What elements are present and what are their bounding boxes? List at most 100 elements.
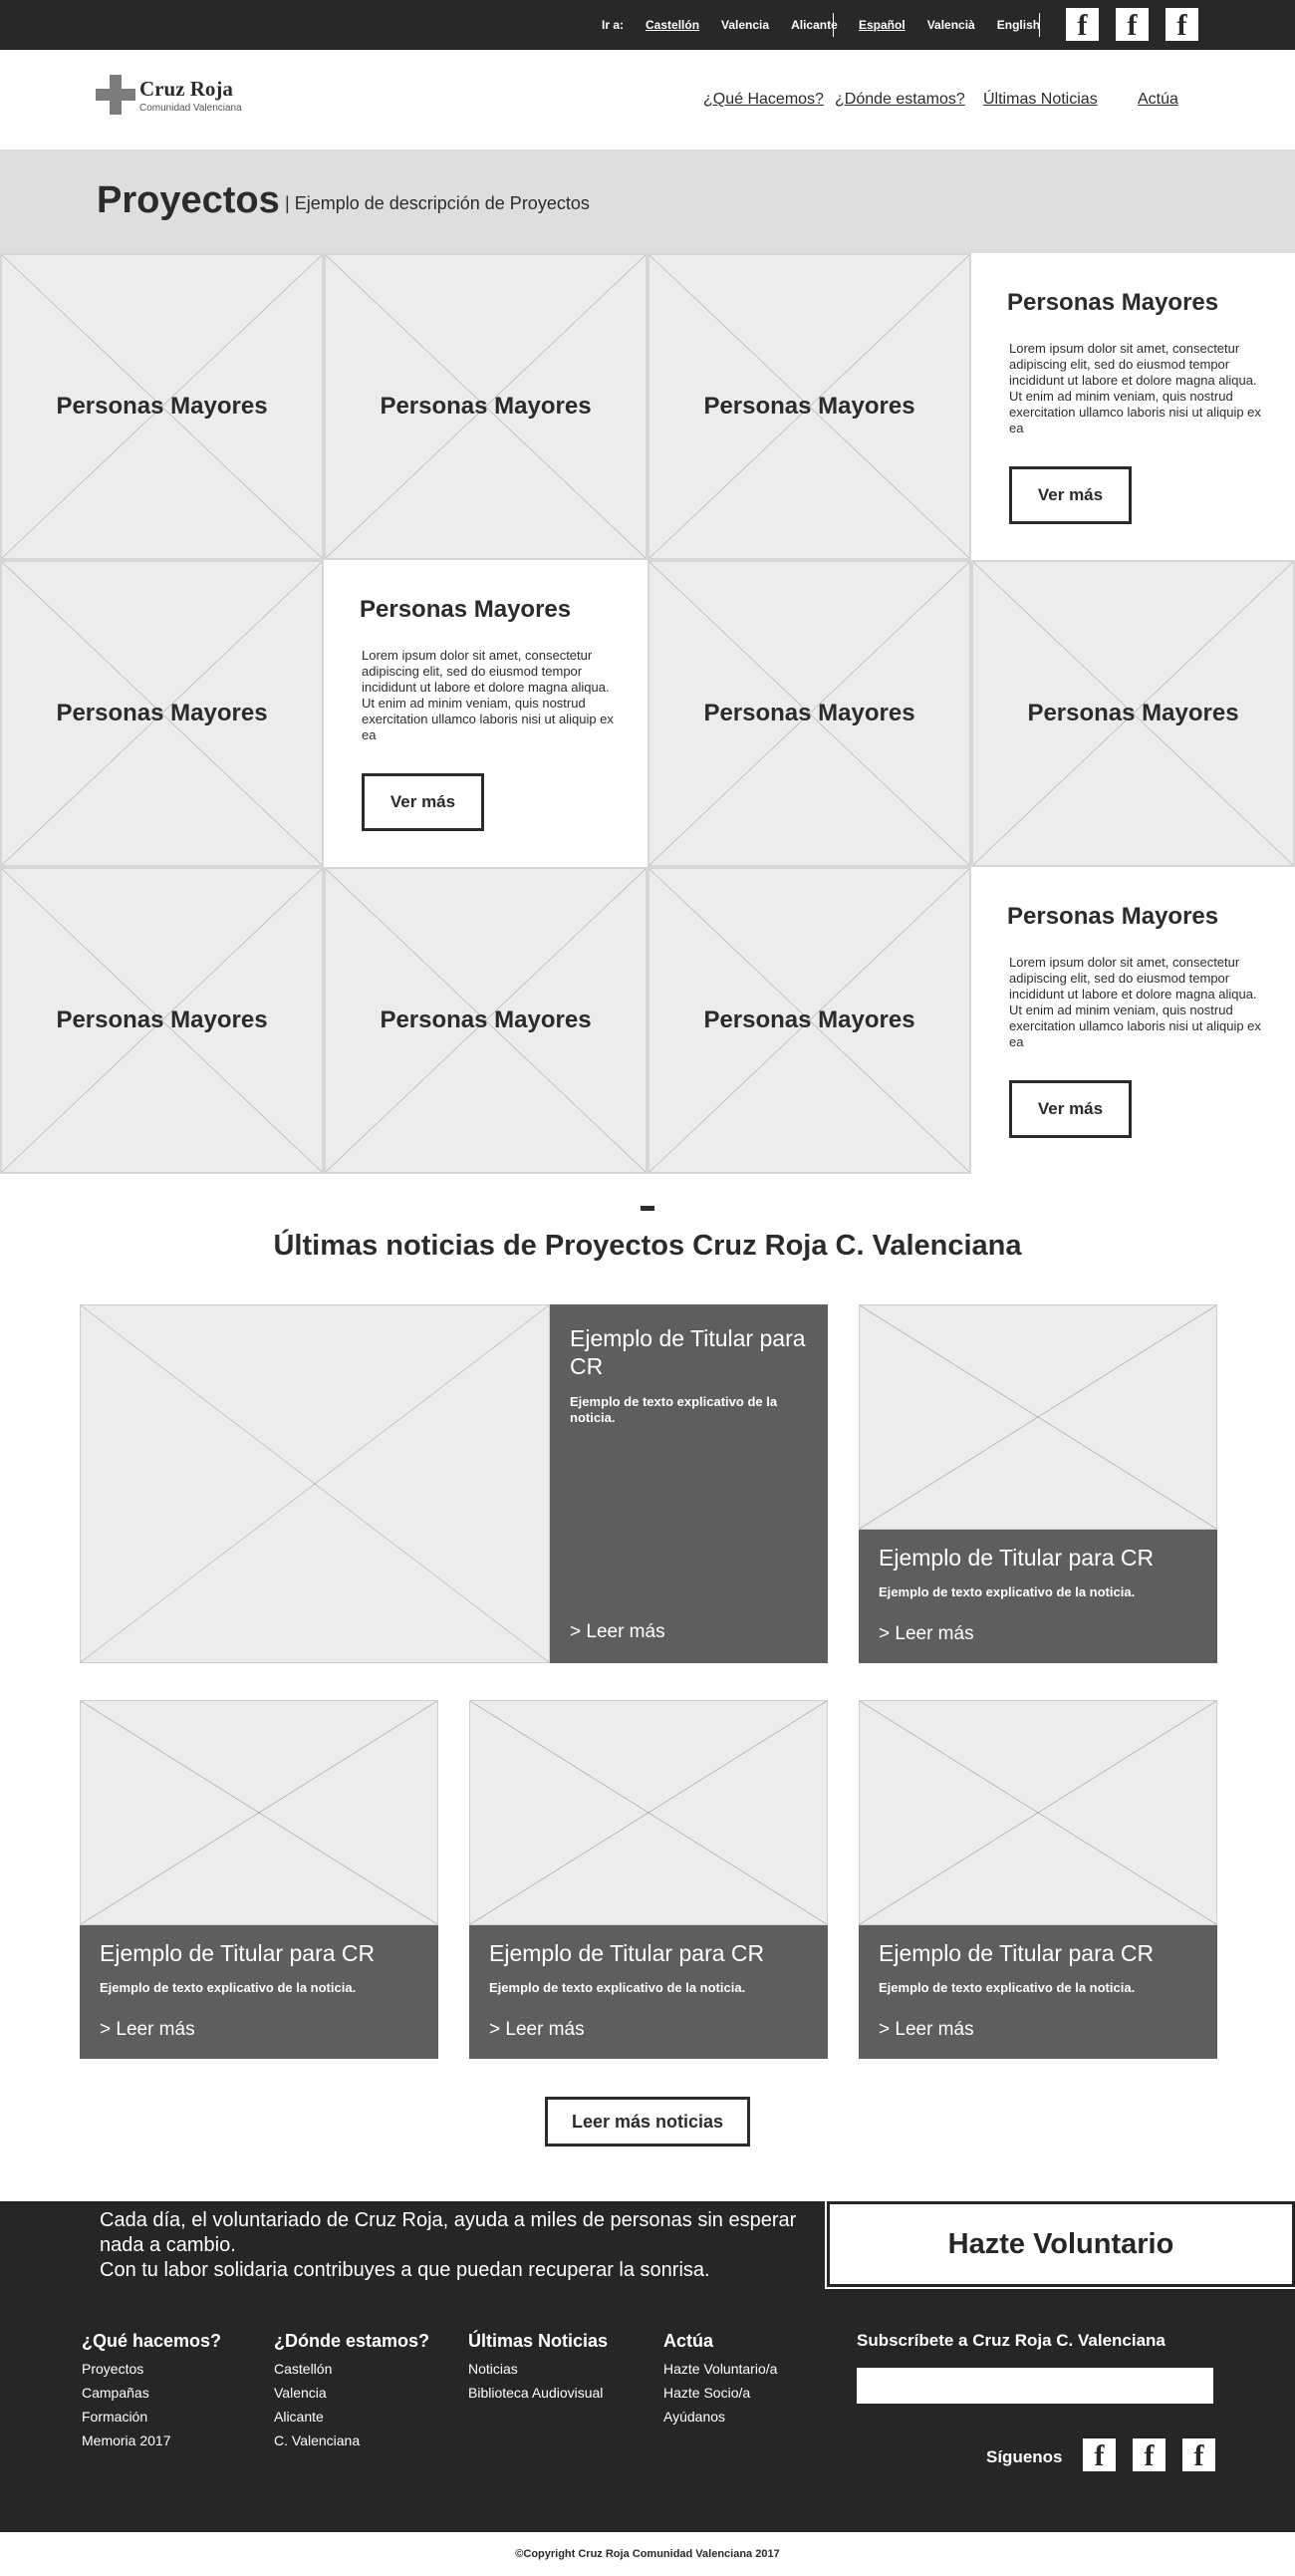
ver-mas-button[interactable]: Ver más (362, 773, 484, 831)
footer-link[interactable]: Ayúdanos (663, 2405, 777, 2429)
page-description: Ejemplo de descripción de Proyectos (285, 193, 590, 214)
ver-mas-button[interactable]: Ver más (1009, 1080, 1132, 1138)
news-card-link[interactable]: > Leer más (100, 2019, 195, 2041)
footer-link[interactable]: Valencia (274, 2381, 429, 2405)
footer-link[interactable]: Biblioteca Audiovisual (468, 2381, 608, 2405)
footer-link[interactable]: Alicante (274, 2405, 429, 2429)
news-card-image[interactable] (80, 1700, 438, 1925)
project-card-text: Lorem ipsum dolor sit amet, consectetur … (362, 648, 614, 742)
news-card-link[interactable]: > Leer más (489, 2019, 585, 2041)
project-card: Personas Mayores Lorem ipsum dolor sit am… (324, 560, 648, 867)
subscribe-email-input[interactable] (857, 2368, 1213, 2404)
footer-link[interactable]: Proyectos (82, 2357, 221, 2381)
project-tile[interactable]: Personas Mayores (648, 560, 971, 867)
footer-link[interactable]: Campañas (82, 2381, 221, 2405)
site-header: Cruz Roja Comunidad Valenciana ¿Qué Hace… (0, 50, 1295, 149)
facebook-icon[interactable]: f (1166, 8, 1198, 41)
news-card[interactable]: Ejemplo de Titular para CR Ejemplo de tex… (859, 1530, 1217, 1663)
footer-link[interactable]: Memoria 2017 (82, 2429, 221, 2452)
project-card: Personas Mayores Lorem ipsum dolor sit am… (971, 253, 1295, 560)
news-card-text: Ejemplo de texto explicativo de la notic… (879, 1584, 1136, 1599)
project-tile[interactable]: Personas Mayores (0, 560, 324, 867)
footer-column-donde-estamos: ¿Dónde estamos? Castellón Valencia Alica… (274, 2331, 429, 2452)
divider (833, 13, 834, 37)
footer-heading[interactable]: ¿Qué hacemos? (82, 2331, 221, 2352)
project-tile[interactable]: Personas Mayores (648, 867, 971, 1174)
news-card-link[interactable]: > Leer más (879, 1623, 974, 1645)
footer-link[interactable]: Hazte Socio/a (663, 2381, 777, 2405)
footer-link[interactable]: Formación (82, 2405, 221, 2429)
project-card-title: Personas Mayores (1007, 903, 1219, 930)
nav-ultimas-noticias[interactable]: Últimas Noticias (983, 91, 1098, 109)
project-tile-label: Personas Mayores (380, 1006, 592, 1033)
logo-title: Cruz Roja (139, 77, 233, 101)
footer-heading[interactable]: Últimas Noticias (468, 2331, 608, 2352)
page-banner: Proyectos Ejemplo de descripción de Proy… (0, 149, 1295, 253)
news-card-text: Ejemplo de texto explicativo de la notic… (100, 1980, 357, 1995)
facebook-icon[interactable]: f (1133, 2438, 1166, 2471)
news-card-link[interactable]: > Leer más (879, 2019, 974, 2041)
project-tile-label: Personas Mayores (56, 700, 268, 726)
news-card-text: Ejemplo de texto explicativo de la notic… (879, 1980, 1136, 1995)
nav-que-hacemos[interactable]: ¿Qué Hacemos? (703, 91, 824, 109)
volunteer-button[interactable]: Hazte Voluntario (825, 2199, 1295, 2289)
facebook-icon[interactable]: f (1066, 8, 1099, 41)
more-news-button[interactable]: Leer más noticias (545, 2097, 750, 2147)
lang-link-va[interactable]: Valencià (927, 18, 975, 32)
news-card-image[interactable] (859, 1304, 1217, 1530)
footer-column-ultimas-noticias: Últimas Noticias Noticias Biblioteca Aud… (468, 2331, 608, 2405)
volunteer-message-line: nada a cambio. (100, 2234, 236, 2256)
volunteer-message: Cada día, el voluntariado de Cruz Roja, … (100, 2208, 817, 2283)
news-card[interactable]: Ejemplo de Titular para CR Ejemplo de tex… (469, 1925, 828, 2059)
news-card[interactable]: Ejemplo de Titular para CR Ejemplo de tex… (80, 1925, 438, 2059)
goto-link-alicante[interactable]: Alicante (791, 18, 838, 32)
footer-heading[interactable]: ¿Dónde estamos? (274, 2331, 429, 2352)
subscribe-label: Subscríbete a Cruz Roja C. Valenciana (857, 2331, 1166, 2350)
follow-label: Síguenos (986, 2447, 1063, 2466)
lang-link-en[interactable]: English (997, 18, 1040, 32)
project-tile[interactable]: Personas Mayores (0, 253, 324, 560)
news-featured-link[interactable]: > Leer más (570, 1621, 665, 1643)
facebook-icon[interactable]: f (1182, 2438, 1215, 2471)
logo[interactable]: Cruz Roja Comunidad Valenciana (96, 75, 242, 115)
news-card-image[interactable] (859, 1700, 1217, 1925)
footer-link[interactable]: C. Valenciana (274, 2429, 429, 2452)
news-featured-image[interactable] (80, 1304, 550, 1663)
footer-heading[interactable]: Actúa (663, 2331, 777, 2352)
project-card-title: Personas Mayores (360, 596, 572, 623)
goto-label: Ir a: (602, 18, 625, 32)
nav-actua[interactable]: Actúa (1138, 91, 1178, 109)
footer-link[interactable]: Castellón (274, 2357, 429, 2381)
goto-link-valencia[interactable]: Valencia (721, 18, 769, 32)
facebook-icon[interactable]: f (1083, 2438, 1116, 2471)
news-card-text: Ejemplo de texto explicativo de la notic… (489, 1980, 746, 1995)
project-tile[interactable]: Personas Mayores (324, 253, 648, 560)
facebook-icon[interactable]: f (1116, 8, 1149, 41)
project-tile-label: Personas Mayores (56, 1006, 268, 1033)
page-title: Proyectos (97, 179, 280, 221)
project-tile-label: Personas Mayores (703, 1006, 915, 1033)
top-bar: Ir a: Castellón Valencia Alicante Españo… (0, 0, 1295, 50)
lang-link-es[interactable]: Español (859, 18, 906, 32)
project-tile[interactable]: Personas Mayores (971, 560, 1295, 867)
footer-link[interactable]: Hazte Voluntario/a (663, 2357, 777, 2381)
project-tile[interactable]: Personas Mayores (0, 867, 324, 1174)
nav-donde-estamos[interactable]: ¿Dónde estamos? (835, 91, 965, 109)
logo-subtitle: Comunidad Valenciana (139, 103, 242, 114)
volunteer-message-line: Con tu labor solidaria contribuyes a que… (100, 2259, 710, 2281)
project-tile[interactable]: Personas Mayores (648, 253, 971, 560)
project-tile[interactable]: Personas Mayores (324, 867, 648, 1174)
site-footer: Cada día, el voluntariado de Cruz Roja, … (0, 2199, 1295, 2532)
social-links: f f f (1066, 8, 1198, 41)
news-card-image[interactable] (469, 1700, 828, 1925)
project-tile-label: Personas Mayores (56, 393, 268, 420)
goto-link-castellon[interactable]: Castellón (646, 18, 699, 32)
ver-mas-button[interactable]: Ver más (1009, 466, 1132, 524)
project-card-title: Personas Mayores (1007, 289, 1219, 316)
project-card: Personas Mayores Lorem ipsum dolor sit am… (971, 867, 1295, 1174)
footer-link[interactable]: Noticias (468, 2357, 608, 2381)
news-featured-card[interactable]: Ejemplo de Titular para CR Ejemplo de te… (550, 1304, 828, 1663)
goto-links: Ir a: Castellón Valencia Alicante (602, 0, 860, 50)
news-featured-title: Ejemplo de Titular para CR (570, 1325, 806, 1379)
news-card[interactable]: Ejemplo de Titular para CR Ejemplo de tex… (859, 1925, 1217, 2059)
